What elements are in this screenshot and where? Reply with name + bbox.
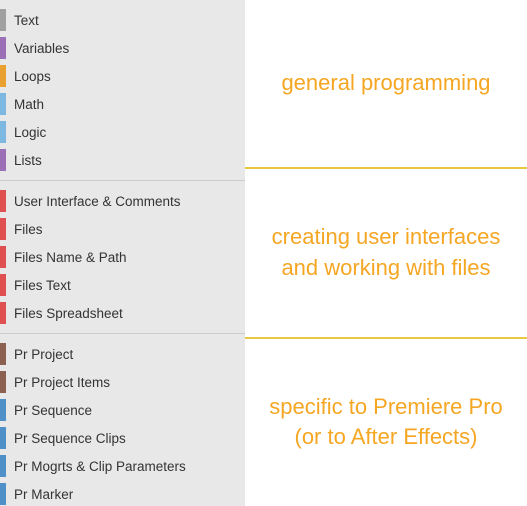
- color-bar: [0, 218, 6, 240]
- sidebar-item-lists[interactable]: Lists: [0, 146, 245, 174]
- sidebar-item-label: Text: [14, 13, 39, 28]
- main-content: general programming creating user interfa…: [245, 0, 527, 506]
- sidebar: Text Variables Loops Math Logic Lists User Int…: [0, 0, 245, 506]
- color-bar: [0, 274, 6, 296]
- color-bar: [0, 190, 6, 212]
- sidebar-item-label: Variables: [14, 41, 69, 56]
- sidebar-item-label: Logic: [14, 125, 46, 140]
- sidebar-item-label: User Interface & Comments: [14, 194, 181, 209]
- sidebar-item-pr-marker[interactable]: Pr Marker: [0, 480, 245, 506]
- sidebar-item-pr-sequence[interactable]: Pr Sequence: [0, 396, 245, 424]
- sidebar-item-label: Files Name & Path: [14, 250, 127, 265]
- sidebar-item-label: Files Text: [14, 278, 71, 293]
- color-bar: [0, 37, 6, 59]
- sidebar-item-files-text[interactable]: Files Text: [0, 271, 245, 299]
- content-section-ui-files: creating user interfaces and working wit…: [245, 167, 527, 336]
- color-bar: [0, 399, 6, 421]
- sidebar-item-files-name-&-path[interactable]: Files Name & Path: [0, 243, 245, 271]
- color-bar: [0, 455, 6, 477]
- sidebar-item-variables[interactable]: Variables: [0, 34, 245, 62]
- sidebar-item-label: Pr Project Items: [14, 375, 110, 390]
- color-bar: [0, 343, 6, 365]
- color-bar: [0, 9, 6, 31]
- sidebar-item-pr-project[interactable]: Pr Project: [0, 340, 245, 368]
- content-section-general: general programming: [245, 0, 527, 167]
- color-bar: [0, 371, 6, 393]
- sidebar-item-label: Files Spreadsheet: [14, 306, 123, 321]
- sidebar-item-pr-project-items[interactable]: Pr Project Items: [0, 368, 245, 396]
- color-bar: [0, 483, 6, 505]
- sidebar-group-premiere: Pr Project Pr Project Items Pr Sequence Pr …: [0, 333, 245, 506]
- sidebar-item-loops[interactable]: Loops: [0, 62, 245, 90]
- color-bar: [0, 149, 6, 171]
- color-bar: [0, 93, 6, 115]
- sidebar-item-label: Files: [14, 222, 43, 237]
- sidebar-item-label: Loops: [14, 69, 51, 84]
- sidebar-item-label: Math: [14, 97, 44, 112]
- color-bar: [0, 65, 6, 87]
- sidebar-item-text[interactable]: Text: [0, 6, 245, 34]
- section-label: general programming: [261, 58, 510, 109]
- sidebar-item-user-interface-&-comments[interactable]: User Interface & Comments: [0, 187, 245, 215]
- sidebar-item-label: Pr Mogrts & Clip Parameters: [14, 459, 186, 474]
- color-bar: [0, 302, 6, 324]
- sidebar-group-ui-files: User Interface & Comments Files Files Name…: [0, 180, 245, 333]
- sidebar-item-files[interactable]: Files: [0, 215, 245, 243]
- color-bar: [0, 427, 6, 449]
- sidebar-item-files-spreadsheet[interactable]: Files Spreadsheet: [0, 299, 245, 327]
- content-section-premiere: specific to Premiere Pro (or to After Ef…: [245, 337, 527, 506]
- sidebar-item-label: Pr Sequence: [14, 403, 92, 418]
- sidebar-item-label: Pr Project: [14, 347, 73, 362]
- sidebar-item-label: Pr Marker: [14, 487, 73, 502]
- sidebar-item-label: Pr Sequence Clips: [14, 431, 126, 446]
- sidebar-item-math[interactable]: Math: [0, 90, 245, 118]
- color-bar: [0, 121, 6, 143]
- sidebar-group-general: Text Variables Loops Math Logic Lists: [0, 0, 245, 180]
- section-label: creating user interfaces and working wit…: [252, 212, 521, 294]
- sidebar-item-label: Lists: [14, 153, 42, 168]
- sidebar-item-pr-mogrts-&-clip-parameters[interactable]: Pr Mogrts & Clip Parameters: [0, 452, 245, 480]
- color-bar: [0, 246, 6, 268]
- sidebar-item-logic[interactable]: Logic: [0, 118, 245, 146]
- section-label: specific to Premiere Pro (or to After Ef…: [249, 382, 523, 464]
- sidebar-item-pr-sequence-clips[interactable]: Pr Sequence Clips: [0, 424, 245, 452]
